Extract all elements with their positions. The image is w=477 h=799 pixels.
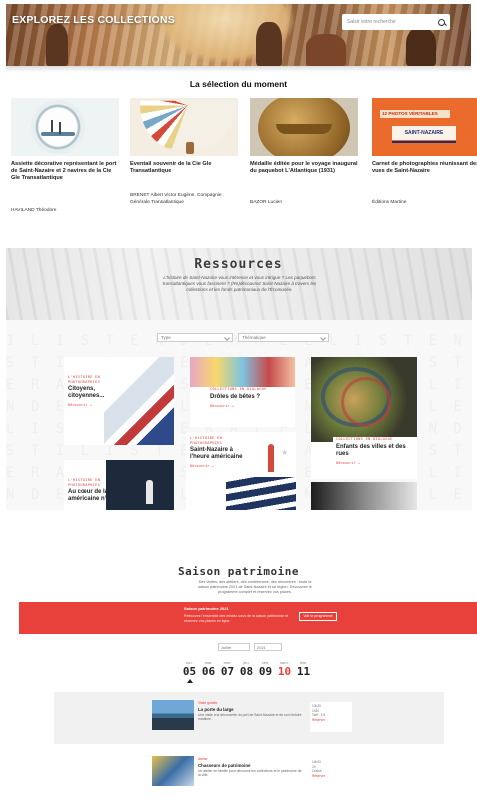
hero-figure	[256, 22, 282, 66]
event-description: Une visite à la découverte du port de Sa…	[198, 713, 302, 722]
day-item[interactable]: jeu. 08	[237, 660, 256, 678]
banner-description: Retrouvez l'ensemble des rendez-vous de …	[184, 614, 288, 623]
resource-tile[interactable]: Collections en dialogue Drôles de bêtes …	[190, 357, 295, 427]
search-input[interactable]: Saisir votre recherche	[342, 14, 450, 30]
card-author: BAZOR Lucien	[250, 200, 282, 205]
day-item[interactable]: dim. 11	[294, 660, 313, 678]
type-select[interactable]: Type	[157, 333, 233, 342]
event-item[interactable]: Visite guidée La porte du large Une visi…	[152, 700, 354, 734]
selection-card[interactable]: Médaille éditée pour le voyage inaugural…	[250, 98, 358, 205]
day-item[interactable]: sam. 10	[275, 660, 294, 678]
selected-day-caret	[187, 679, 193, 683]
card-title[interactable]: Assiette décorative représentant le port…	[11, 161, 119, 182]
tile-title[interactable]: Citoyens, citoyennes...	[68, 386, 118, 400]
event-info: 14h00 2h Gratuit Réserver	[310, 758, 352, 788]
book-cover-title: SAINT-NAZAIRE	[392, 126, 456, 140]
tile-image	[311, 482, 417, 510]
search-icon[interactable]	[438, 18, 445, 26]
tile-title[interactable]: Drôles de bêtes ?	[210, 394, 290, 401]
tile-tag: L'histoire en photographies	[190, 436, 223, 445]
resource-tile[interactable]: L'histoire en photographies Citoyens, ci…	[64, 357, 174, 445]
day-item[interactable]: ven. 09	[256, 660, 275, 678]
search-placeholder: Saisir votre recherche	[347, 19, 396, 25]
saison-title: Saison patrimoine	[177, 565, 300, 578]
day-item[interactable]: mar. 06	[199, 660, 218, 678]
selection-card[interactable]: 12 PHOTOS VÉRITABLES SAINT-NAZAIRE Carne…	[372, 98, 477, 205]
event-kicker: Atelier	[198, 757, 208, 761]
month-select[interactable]: Juillet	[218, 643, 250, 651]
tile-image	[190, 357, 295, 387]
event-image[interactable]	[152, 756, 194, 786]
selection-card[interactable]: Eventail souvenir de la Cie Gle Transatl…	[130, 98, 238, 205]
saison-description: Des visites, des ateliers, des conférenc…	[198, 580, 312, 594]
programme-button[interactable]: Voir le programme	[299, 612, 337, 621]
hero-figure	[46, 24, 68, 66]
tile-link[interactable]: Découvrir →	[190, 464, 250, 468]
photo-book-image[interactable]: 12 PHOTOS VÉRITABLES SAINT-NAZAIRE	[372, 98, 477, 156]
day-item[interactable]: lun. 05	[180, 660, 199, 683]
tile-tag: Collections en dialogue	[336, 437, 393, 441]
thematique-select[interactable]: Thématique	[238, 333, 329, 342]
event-info: 10h30 1h30 Tarif : 5 € Réserver	[310, 702, 352, 732]
tile-image	[226, 477, 296, 510]
medal-image[interactable]	[250, 98, 358, 156]
book-cover-strip: 12 PHOTOS VÉRITABLES	[380, 110, 450, 118]
tile-link[interactable]: Découvrir →	[210, 404, 290, 408]
tile-tag: L'histoire en photographies	[68, 375, 101, 384]
card-title[interactable]: Carnet de photographies réunissant des v…	[372, 161, 477, 175]
soldier-silhouette	[268, 444, 274, 472]
card-author: Éditions Martine	[372, 200, 407, 205]
banner-kicker: Saison patrimoine 2021	[184, 606, 229, 611]
star-icon: ★	[281, 448, 289, 457]
hero-figure	[406, 28, 436, 66]
selection-title: La sélection du moment	[189, 79, 288, 89]
ressources-title: Ressources	[194, 257, 283, 272]
day-picker: lun. 05 mar. 06 mer. 07 jeu. 08 ven. 09 sam. 1…	[180, 660, 313, 683]
resource-tile[interactable]: L'histoire en photographies Au cœur de l…	[64, 460, 174, 510]
year-select[interactable]: 2021	[254, 643, 282, 651]
tile-title[interactable]: Saint-Nazaire à l'heure américaine	[190, 447, 250, 461]
card-title[interactable]: Médaille éditée pour le voyage inaugural…	[250, 161, 358, 175]
card-title[interactable]: Eventail souvenir de la Cie Gle Transatl…	[130, 161, 238, 175]
event-description: Un atelier en famille pour découvrir les…	[198, 769, 302, 778]
tile-link[interactable]: Découvrir →	[68, 403, 118, 407]
saison-banner: Saison patrimoine 2021 Retrouvez l'ensem…	[19, 602, 477, 634]
plate-image[interactable]	[11, 98, 119, 156]
tile-tag: Collections en dialogue	[210, 387, 267, 391]
resource-tile[interactable]: Collections en dialogue Enfants des vill…	[311, 357, 417, 479]
hero-title: Explorez les collections	[12, 14, 175, 26]
event-kicker: Visite guidée	[198, 701, 218, 705]
hero-shadow	[6, 66, 471, 72]
day-item[interactable]: mer. 07	[218, 660, 237, 678]
tile-image	[106, 460, 174, 510]
tile-link[interactable]: Découvrir →	[336, 461, 417, 465]
tile-title[interactable]: Enfants des villes et des rues	[336, 444, 417, 458]
event-item[interactable]: Atelier Chasseurs de patrimoine Un ateli…	[152, 756, 354, 790]
fan-image[interactable]	[130, 98, 238, 156]
ressources-description: L'histoire de Saint-Nazaire vous intéres…	[162, 275, 317, 292]
card-author: BRENET Albert Victor Eugène, Compagnie G…	[130, 193, 222, 205]
event-name[interactable]: Chasseurs de patrimoine	[198, 763, 250, 768]
tile-image	[311, 357, 417, 442]
hero-figure	[306, 34, 346, 66]
selection-card[interactable]: Assiette décorative représentant le port…	[11, 98, 119, 213]
event-image[interactable]	[152, 700, 194, 730]
card-author: HAVILAND Théodore	[11, 208, 57, 213]
event-name[interactable]: La porte du large	[198, 707, 234, 712]
resource-tile[interactable]: L'histoire en photographies Saint-Nazair…	[186, 432, 296, 510]
